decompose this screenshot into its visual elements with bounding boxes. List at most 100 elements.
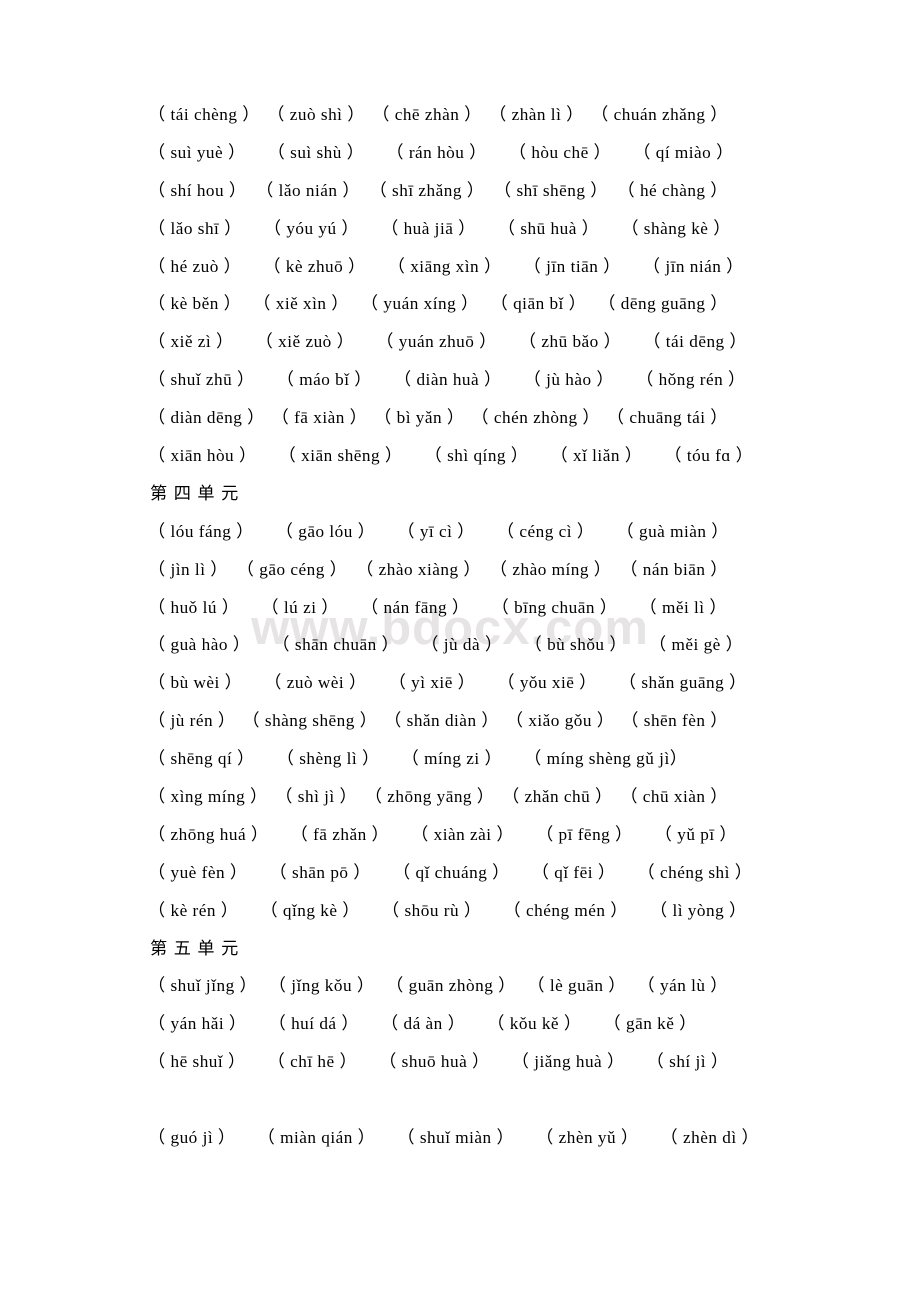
pinyin-item: （ lóu fáng ） [148,521,254,541]
pinyin-item: （ tóu fɑ ） [664,446,754,466]
pinyin-item: （ miàn qián ） [257,1128,376,1148]
pinyin-item: （ xiān shēng ） [278,446,403,466]
pinyin-item: （ zhèn yǔ ） [536,1128,639,1148]
pinyin-item: （ xìng míng ） [148,787,268,807]
pinyin-item: （ shān pō ） [269,862,371,882]
unit-heading: 第五单元 [150,938,245,958]
pinyin-item: （ qiān bǐ ） [490,294,587,314]
pinyin-line: （ yuè fèn ） （ shān pō ） （ qǐ chuáng ） （ qǐ … [148,854,752,892]
pinyin-item: （ zhào míng ） [489,559,612,579]
pinyin-line: （ guà hào ） （ shān chuān ） （ jù dà ） （ bù s… [148,626,743,664]
pinyin-item: （ shū huà ） [497,218,600,238]
pinyin-item: （ shì qíng ） [424,446,529,466]
pinyin-line: （ zhōng huá ） （ fā zhǎn ） （ xiàn zài ） （ pī… [148,816,737,854]
pinyin-item: （ suì yuè ） [148,142,246,162]
pinyin-item: （ hé zuò ） [148,256,242,276]
pinyin-item: （ jīn tiān ） [523,256,621,276]
pinyin-item: （ yì xiē ） [388,673,476,693]
pinyin-item: （ gān kě ） [603,1014,697,1034]
pinyin-item: （ shōu rù ） [381,900,482,920]
pinyin-item: （ yuán zhuō ） [376,332,497,352]
pinyin-item: （ shān chuān ） [272,635,400,655]
pinyin-item: （ zhèn dì ） [660,1128,760,1148]
pinyin-item: （ huà jiā ） [381,218,476,238]
pinyin-item: （ qǐng kè ） [260,900,360,920]
pinyin-item: （ kè rén ） [148,900,239,920]
document-content: （ tái chèng ） （ zuò shì ） （ chē zhàn ） （ zh… [148,96,759,1157]
pinyin-item: （ zuò shì ） [267,105,365,124]
pinyin-item: （ zhū bǎo ） [518,332,622,352]
pinyin-item: （ nán fāng ） [360,597,470,617]
pinyin-item: （ yǒu xiē ） [497,673,597,693]
pinyin-item: （ chuāng tái ） [606,408,728,428]
pinyin-item: （ chē zhàn ） [372,105,482,124]
pinyin-item: （ hòu chē ） [508,142,612,162]
pinyin-item: （ lǎo nián ） [256,180,361,200]
pinyin-item: （ shuǐ miàn ） [397,1128,515,1148]
pinyin-line: （ kè běn ） （ xiě xìn ） （ yuán xíng ） （ qiān… [148,285,728,323]
pinyin-item: （ qǐ chuáng ） [393,862,510,882]
pinyin-item: （ zhōng huá ） [148,824,269,844]
pinyin-item: （ rán hòu ） [386,142,487,162]
pinyin-line: （ shēng qí ） （ shèng lì ） （ míng zi ） （ mín… [148,740,728,778]
pinyin-item: （ fā xiàn ） [271,408,368,428]
pinyin-line: （ xiān hòu ） （ xiān shēng ） （ shì qíng ） （ … [148,437,753,475]
pinyin-line: （ bù wèi ） （ zuò wèi ） （ yì xiē ） （ yǒu xiē… [148,664,746,702]
pinyin-item: （ shēn fèn ） [621,711,728,731]
pinyin-item: （ shī shēng ） [493,180,608,200]
pinyin-item: （ jǐng kǒu ） [268,976,375,996]
pinyin-line: （ lóu fáng ） （ gāo lóu ） （ yī cì ） （ céng c… [148,513,728,551]
pinyin-item: （ chéng shì ） [637,862,753,882]
pinyin-item: （ chuán zhǎng ） [591,105,728,124]
pinyin-item: （ jù rén ） [148,711,236,731]
pinyin-item: （ céng cì ） [496,521,595,541]
pinyin-item: （ zuò wèi ） [264,673,367,693]
pinyin-item: （ shēng qí ） [148,749,255,769]
pinyin-line: （ shuǐ zhū ） （ máo bǐ ） （ diàn huà ） （ jù h… [148,361,745,399]
pinyin-line: （ yán hǎi ） （ huí dá ） （ dá àn ） （ kǒu kě ）… [148,1005,728,1043]
pinyin-item: （ chū xiàn ） [620,787,728,807]
pinyin-item: （ shàng shēng ） [242,711,378,731]
pinyin-item: （ tái chèng ） [148,105,260,124]
pinyin-item: （ diàn huà ） [393,370,502,390]
pinyin-item: （ hē shuǐ ） [148,1052,246,1072]
pinyin-line: （ shuǐ jǐng ） （ jǐng kǒu ） （ guān zhòng ） （… [148,967,728,1005]
pinyin-line: （ shí hou ） （ lǎo nián ） （ shī zhǎng ） （ sh… [148,172,728,210]
pinyin-line: （ jù rén ）（ shàng shēng ）（ shǎn diàn ）（ … [148,702,728,740]
pinyin-item: （ zhǎn chū ） [502,787,613,807]
pinyin-item: （ shǎn guāng ） [618,673,747,693]
pinyin-line: （ suì yuè ） （ suì shù ） （ rán hòu ） （ hòu c… [148,134,733,172]
pinyin-item: （ míng shèng gǔ jì） [524,749,688,769]
pinyin-item: （ bīng chuān ） [491,597,618,617]
pinyin-item: （ huǒ lú ） [148,597,240,617]
pinyin-item: （ xǐ liǎn ） [550,446,643,466]
pinyin-item: （ yī cì ） [397,521,475,541]
pinyin-item: （ shǎn diàn ） [384,711,500,731]
pinyin-item: （ xiě xìn ） [253,294,349,314]
pinyin-item: （ hǒng rén ） [636,370,746,390]
pinyin-item: （ guà miàn ） [616,521,729,541]
pinyin-item: （ xiǎo gǒu ） [505,711,615,731]
pinyin-item: （ guó jì ） [148,1128,236,1148]
pinyin-item: （ guān zhòng ） [386,976,516,996]
pinyin-item: （ bì yǎn ） [374,408,465,428]
pinyin-item: （ zhàn lì ） [489,105,584,124]
pinyin-line: （ tái chèng ） （ zuò shì ） （ chē zhàn ） （ zh… [148,96,728,134]
pinyin-item: （ chén zhòng ） [471,408,601,428]
pinyin-item: （ kè běn ） [148,294,242,314]
pinyin-item: （ nán biān ） [620,559,728,579]
pinyin-item: （ xiě zì ） [148,332,234,352]
pinyin-item: （ lì yòng ） [649,900,747,920]
pinyin-line: （ huǒ lú ） （ lú zi ） （ nán fāng ） （ bīng ch… [148,589,728,627]
pinyin-item: （ shàng kè ） [621,218,731,238]
pinyin-line: （ kè rén ） （ qǐng kè ） （ shōu rù ） （ chéng … [148,892,746,930]
pinyin-item: （ shèng lì ） [276,749,380,769]
pinyin-item: （ yán hǎi ） [148,1014,247,1034]
pinyin-line: （ lǎo shī ） （ yóu yú ） （ huà jiā ） （ shū hu… [148,210,731,248]
pinyin-item: （ zhào xiàng ） [356,559,482,579]
pinyin-item: （ chī hē ） [267,1052,358,1072]
pinyin-item: （ dá àn ） [381,1014,466,1034]
pinyin-item: （ chéng mén ） [503,900,628,920]
pinyin-item: （ shuō huà ） [379,1052,490,1072]
